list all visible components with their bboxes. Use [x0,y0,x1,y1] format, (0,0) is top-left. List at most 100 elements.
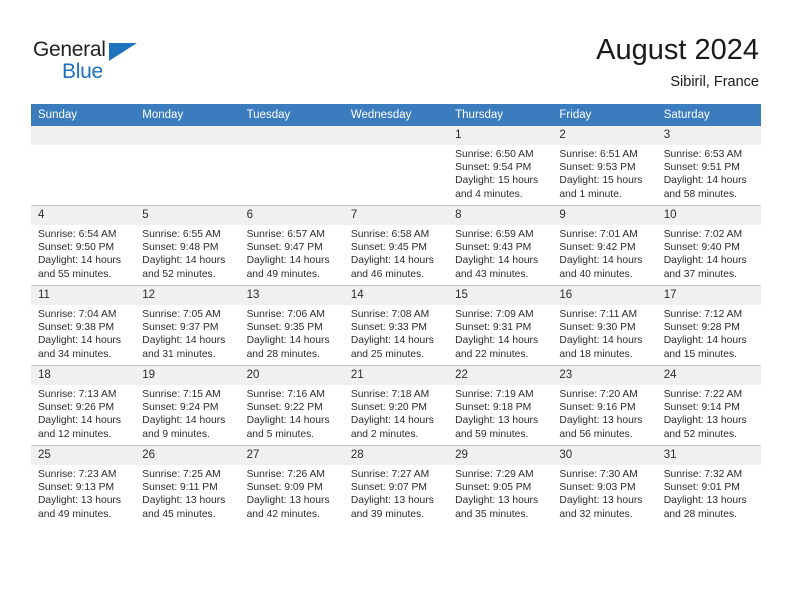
sunset-time: Sunset: 9:07 PM [350,482,427,494]
day-details: Sunrise: 6:55 AM Sunset: 9:48 PM Daylight:… [135,225,239,281]
day-details: Sunrise: 7:09 AM Sunset: 9:31 PM Daylight:… [448,305,552,361]
calendar-day-cell[interactable]: 14 Sunrise: 7:08 AM Sunset: 9:33 PM Dayligh… [343,285,449,366]
sunset-time: Sunset: 9:35 PM [246,322,323,334]
calendar-day-cell[interactable]: 6 Sunrise: 6:57 AM Sunset: 9:47 PM Daylight… [239,205,344,286]
day-details: Sunrise: 7:11 AM Sunset: 9:30 PM Daylight:… [552,305,656,361]
sunset-time: Sunset: 9:26 PM [38,402,115,414]
daylight-duration-line2: and 2 minutes. [350,428,419,440]
calendar-day-cell[interactable]: 18 Sunrise: 7:13 AM Sunset: 9:26 PM Dayligh… [31,365,136,446]
triangle-icon [109,43,137,61]
calendar-day-cell[interactable]: 24 Sunrise: 7:22 AM Sunset: 9:14 PM Dayligh… [656,365,761,446]
calendar-day-cell[interactable]: 4 Sunrise: 6:54 AM Sunset: 9:50 PM Daylight… [31,205,136,286]
daylight-duration-line2: and 40 minutes. [559,268,633,280]
day-cell-inner: 8 Sunrise: 6:59 AM Sunset: 9:43 PM Daylight… [448,206,553,285]
day-details: Sunrise: 6:53 AM Sunset: 9:51 PM Daylight:… [657,145,761,201]
day-number: 24 [656,366,761,385]
calendar-day-cell[interactable]: 17 Sunrise: 7:12 AM Sunset: 9:28 PM Dayligh… [656,285,761,366]
calendar-day-cell-empty [31,126,136,206]
calendar-day-cell[interactable]: 29 Sunrise: 7:29 AM Sunset: 9:05 PM Dayligh… [448,445,553,525]
day-cell-inner: 26 Sunrise: 7:25 AM Sunset: 9:11 PM Dayligh… [135,446,240,525]
day-number: 7 [343,206,449,225]
calendar-day-cell[interactable]: 20 Sunrise: 7:16 AM Sunset: 9:22 PM Dayligh… [239,365,344,446]
day-number: 6 [239,206,344,225]
calendar-day-cell[interactable]: 11 Sunrise: 7:04 AM Sunset: 9:38 PM Dayligh… [31,285,136,366]
day-number: 27 [239,446,344,465]
sunrise-time: Sunrise: 7:29 AM [455,469,534,480]
daylight-duration-line2: and 28 minutes. [246,348,320,360]
calendar-day-cell[interactable]: 30 Sunrise: 7:30 AM Sunset: 9:03 PM Dayligh… [552,445,657,525]
daylight-duration-line2: and 58 minutes. [663,188,737,200]
general-blue-logo[interactable]: General Blue [33,38,163,86]
calendar-day-cell[interactable]: 23 Sunrise: 7:20 AM Sunset: 9:16 PM Dayligh… [552,365,657,446]
weekday-header-tuesday: Tuesday [239,104,344,126]
day-details: Sunrise: 6:54 AM Sunset: 9:50 PM Daylight:… [31,225,135,281]
daylight-duration-line1: Daylight: 15 hours [455,175,539,187]
daylight-duration-line2: and 9 minutes. [142,428,210,440]
day-number: 9 [552,206,657,225]
calendar-week-row: 4 Sunrise: 6:54 AM Sunset: 9:50 PM Daylight… [31,205,761,286]
sunrise-time: Sunrise: 7:26 AM [246,469,325,480]
day-number: 20 [239,366,344,385]
calendar-day-cell[interactable]: 21 Sunrise: 7:18 AM Sunset: 9:20 PM Dayligh… [343,365,449,446]
calendar-day-cell[interactable]: 9 Sunrise: 7:01 AM Sunset: 9:42 PM Daylight… [552,205,657,286]
day-cell-inner: 29 Sunrise: 7:29 AM Sunset: 9:05 PM Dayligh… [448,446,553,525]
sunrise-time: Sunrise: 7:23 AM [38,469,117,480]
day-number: 3 [656,126,761,145]
daylight-duration-line1: Daylight: 14 hours [350,255,434,267]
calendar-day-cell[interactable]: 5 Sunrise: 6:55 AM Sunset: 9:48 PM Daylight… [135,205,240,286]
logo-text-general: General [33,38,106,61]
day-details: Sunrise: 6:50 AM Sunset: 9:54 PM Daylight:… [448,145,552,201]
calendar-day-cell[interactable]: 16 Sunrise: 7:11 AM Sunset: 9:30 PM Dayligh… [552,285,657,366]
calendar-body: 1 Sunrise: 6:50 AM Sunset: 9:54 PM Daylight… [31,126,761,525]
calendar-day-cell[interactable]: 19 Sunrise: 7:15 AM Sunset: 9:24 PM Dayligh… [135,365,240,446]
calendar-week-row: 25 Sunrise: 7:23 AM Sunset: 9:13 PM Dayligh… [31,445,761,525]
calendar-day-cell[interactable]: 31 Sunrise: 7:32 AM Sunset: 9:01 PM Dayligh… [656,445,761,525]
calendar-day-cell[interactable]: 13 Sunrise: 7:06 AM Sunset: 9:35 PM Dayligh… [239,285,344,366]
day-cell-inner: 27 Sunrise: 7:26 AM Sunset: 9:09 PM Dayligh… [239,446,344,525]
sunset-time: Sunset: 9:22 PM [246,402,323,414]
calendar-day-cell[interactable]: 28 Sunrise: 7:27 AM Sunset: 9:07 PM Dayligh… [343,445,449,525]
calendar-day-cell[interactable]: 15 Sunrise: 7:09 AM Sunset: 9:31 PM Dayligh… [448,285,553,366]
day-cell-inner: 16 Sunrise: 7:11 AM Sunset: 9:30 PM Dayligh… [552,286,657,365]
daylight-duration-line2: and 39 minutes. [350,508,425,520]
sunrise-time: Sunrise: 7:06 AM [246,309,325,320]
day-cell-inner [343,126,449,205]
day-number: 30 [552,446,657,465]
day-cell-inner: 9 Sunrise: 7:01 AM Sunset: 9:42 PM Daylight… [552,206,657,285]
day-number: 19 [135,366,240,385]
daylight-duration-line2: and 18 minutes. [559,348,633,360]
calendar-day-cell[interactable]: 10 Sunrise: 7:02 AM Sunset: 9:40 PM Dayligh… [656,205,761,286]
sunrise-time: Sunrise: 6:55 AM [142,229,221,240]
day-details: Sunrise: 6:51 AM Sunset: 9:53 PM Daylight:… [552,145,656,201]
day-details: Sunrise: 7:08 AM Sunset: 9:33 PM Daylight:… [344,305,448,361]
calendar-day-cell[interactable]: 26 Sunrise: 7:25 AM Sunset: 9:11 PM Dayligh… [135,445,240,525]
day-details: Sunrise: 7:04 AM Sunset: 9:38 PM Daylight:… [31,305,135,361]
sunset-time: Sunset: 9:13 PM [38,482,115,494]
calendar-day-cell[interactable]: 12 Sunrise: 7:05 AM Sunset: 9:37 PM Dayligh… [135,285,240,366]
page-subtitle-location: Sibiril, France [670,74,759,90]
daylight-duration-line2: and 1 minute. [559,188,622,200]
daylight-duration-line2: and 45 minutes. [142,508,216,520]
day-cell-inner: 13 Sunrise: 7:06 AM Sunset: 9:35 PM Dayligh… [239,286,344,365]
calendar-day-cell[interactable]: 3 Sunrise: 6:53 AM Sunset: 9:51 PM Daylight… [656,126,761,206]
calendar-day-cell[interactable]: 25 Sunrise: 7:23 AM Sunset: 9:13 PM Dayligh… [31,445,136,525]
daylight-duration-line1: Daylight: 14 hours [142,335,226,347]
calendar-day-cell[interactable]: 27 Sunrise: 7:26 AM Sunset: 9:09 PM Dayligh… [239,445,344,525]
calendar-day-cell[interactable]: 22 Sunrise: 7:19 AM Sunset: 9:18 PM Dayligh… [448,365,553,446]
calendar-day-cell-empty [135,126,240,206]
calendar-day-cell[interactable]: 7 Sunrise: 6:58 AM Sunset: 9:45 PM Daylight… [343,205,449,286]
day-number: 25 [31,446,136,465]
calendar-day-cell[interactable]: 8 Sunrise: 6:59 AM Sunset: 9:43 PM Daylight… [448,205,553,286]
day-cell-inner: 24 Sunrise: 7:22 AM Sunset: 9:14 PM Dayligh… [656,366,761,445]
day-cell-inner: 4 Sunrise: 6:54 AM Sunset: 9:50 PM Daylight… [31,206,136,285]
daylight-duration-line1: Daylight: 14 hours [663,255,747,267]
daylight-duration-line2: and 34 minutes. [38,348,112,360]
daylight-duration-line2: and 46 minutes. [350,268,425,280]
daylight-duration-line1: Daylight: 14 hours [350,415,434,427]
day-details: Sunrise: 7:02 AM Sunset: 9:40 PM Daylight:… [657,225,761,281]
sunset-time: Sunset: 9:30 PM [559,322,636,334]
calendar-day-cell[interactable]: 1 Sunrise: 6:50 AM Sunset: 9:54 PM Daylight… [448,126,553,206]
calendar-day-cell[interactable]: 2 Sunrise: 6:51 AM Sunset: 9:53 PM Daylight… [552,126,657,206]
sunset-time: Sunset: 9:48 PM [142,242,219,254]
day-cell-inner: 28 Sunrise: 7:27 AM Sunset: 9:07 PM Dayligh… [343,446,449,525]
